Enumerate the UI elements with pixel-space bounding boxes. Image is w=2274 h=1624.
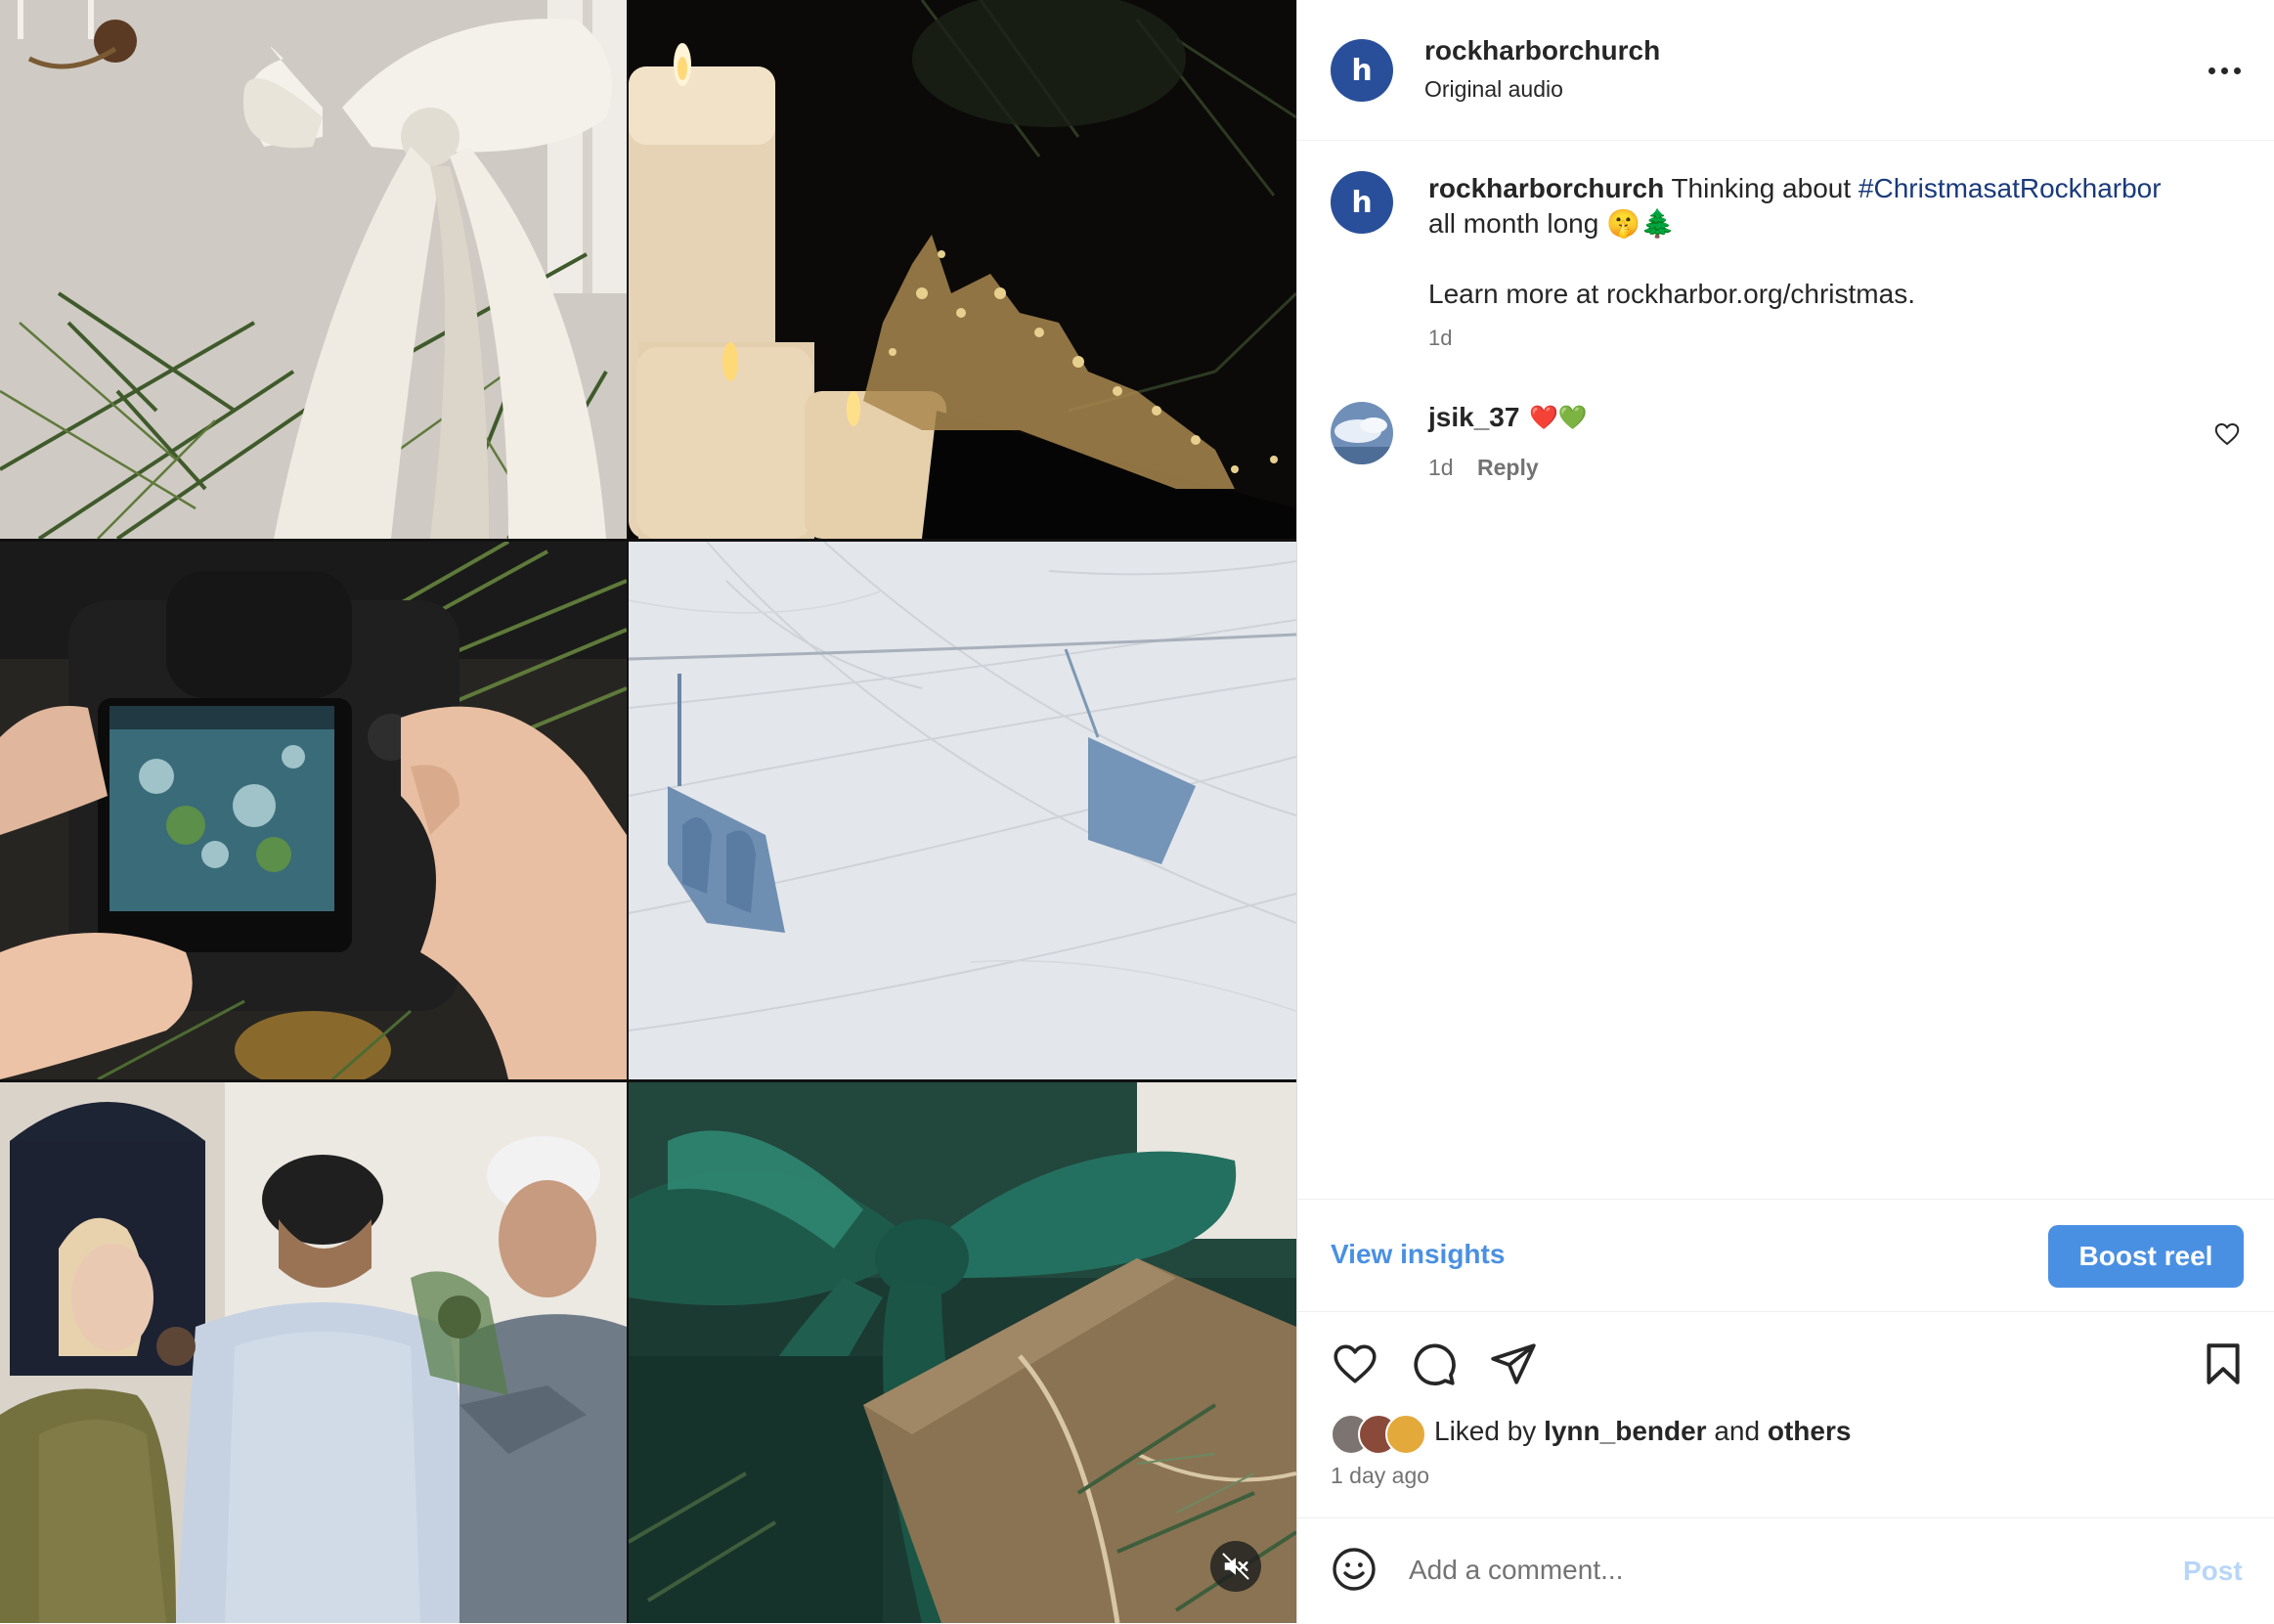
liker-username-link[interactable]: lynn_bender — [1544, 1416, 1706, 1446]
audio-link[interactable]: Original audio — [1424, 76, 1563, 103]
caption-username[interactable]: rockharborchurch — [1428, 173, 1664, 203]
heart-outline-icon — [2214, 422, 2240, 446]
video-frame-camera — [0, 542, 627, 1079]
liker-avatar — [1385, 1414, 1426, 1455]
emoji-picker-button[interactable] — [1331, 1546, 1378, 1593]
post-time-ago: 1 day ago — [1331, 1463, 1430, 1488]
reel-video[interactable] — [0, 0, 1296, 1623]
video-frame-gifts — [629, 1082, 1296, 1623]
author-username[interactable]: rockharborchurch — [1424, 35, 1660, 66]
likes-others-link[interactable]: others — [1768, 1416, 1852, 1446]
comment-input[interactable] — [1407, 1544, 2085, 1597]
post-header: h rockharborchurch Original audio — [1297, 0, 2274, 141]
smiley-icon — [1333, 1548, 1376, 1591]
likes-text: Liked by lynn_bender and others — [1434, 1416, 1851, 1447]
likes-prefix: Liked by — [1434, 1416, 1545, 1446]
speaker-muted-icon — [1222, 1553, 1249, 1580]
commenter-avatar[interactable] — [1331, 402, 1393, 464]
more-dot-icon — [2220, 66, 2228, 74]
speech-bubble-icon — [1414, 1343, 1456, 1386]
comment-reply-button[interactable]: Reply — [1477, 455, 1539, 481]
commenter-username[interactable]: jsik_37 — [1428, 402, 1519, 433]
more-dot-icon — [2208, 66, 2215, 74]
caption-author-avatar[interactable]: h — [1331, 171, 1393, 234]
comment-timestamp: 1d — [1428, 455, 1454, 480]
mute-toggle-button[interactable] — [1210, 1541, 1261, 1592]
bookmark-icon — [2207, 1343, 2240, 1384]
caption-timestamp: 1d — [1428, 326, 1453, 350]
post-action-icons — [1297, 1336, 2274, 1394]
video-frame-white-bow — [0, 0, 627, 539]
likes-summary: Liked by lynn_bender and others — [1331, 1414, 2240, 1455]
post-details-panel: h rockharborchurch Original audio h rock… — [1296, 0, 2274, 1623]
likes-middle: and — [1706, 1416, 1768, 1446]
paper-plane-icon — [1491, 1343, 1536, 1384]
avatar-logo-letter: h — [1351, 53, 1373, 88]
video-frame-chairlift — [629, 542, 1296, 1079]
author-avatar[interactable]: h — [1331, 39, 1393, 102]
comment-like-button[interactable] — [2212, 419, 2242, 449]
caption-line-2: all month long 🤫🌲 — [1428, 208, 1675, 239]
caption-hashtag-link[interactable]: #ChristmasatRockharbor — [1859, 173, 2162, 203]
view-insights-link[interactable]: View insights — [1331, 1239, 1505, 1270]
heart-icon — [1334, 1344, 1377, 1383]
share-button[interactable] — [1489, 1339, 1538, 1388]
more-dot-icon — [2233, 66, 2241, 74]
owner-actions-bar: View insights Boost reel — [1297, 1199, 2274, 1312]
comment-text: ❤️💚 — [1529, 404, 1588, 431]
save-button[interactable] — [2199, 1339, 2248, 1388]
like-button[interactable] — [1331, 1339, 1379, 1388]
more-options-button[interactable] — [2201, 51, 2248, 90]
instagram-reel-post: h rockharborchurch Original audio h rock… — [0, 0, 2274, 1623]
liker-avatars[interactable] — [1331, 1414, 1430, 1455]
video-frame-people — [0, 1082, 627, 1623]
boost-reel-button[interactable]: Boost reel — [2048, 1225, 2244, 1288]
video-frame-candles — [629, 0, 1296, 539]
avatar-logo-letter: h — [1351, 185, 1373, 220]
add-comment-bar: Post — [1297, 1517, 2274, 1624]
comment-button[interactable] — [1409, 1339, 1458, 1388]
caption-body: Thinking about — [1664, 173, 1859, 203]
comment-item: jsik_37 ❤️💚 1d Reply — [1297, 396, 2274, 494]
post-comment-button[interactable]: Post — [2183, 1556, 2243, 1587]
caption-learn-more: Learn more at rockharbor.org/christmas. — [1428, 279, 1915, 309]
caption-text: rockharborchurch Thinking about #Christm… — [1428, 171, 2230, 312]
